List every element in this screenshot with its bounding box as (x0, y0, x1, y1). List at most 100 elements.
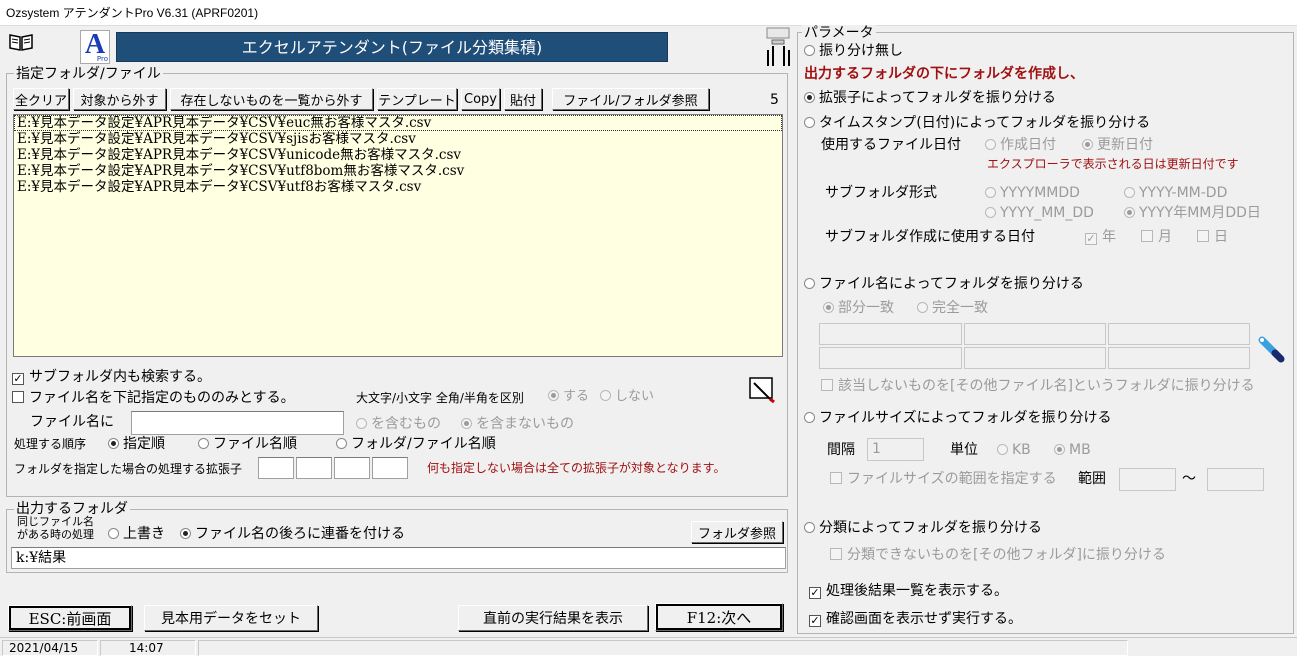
checkbox-icon[interactable] (1141, 230, 1153, 242)
kb-radio[interactable]: KB (997, 441, 1031, 459)
exclude-radio[interactable]: を含まないもの (461, 415, 574, 433)
set-sample-data-button[interactable]: 見本用データをセット (144, 605, 318, 631)
radio-icon[interactable] (804, 117, 815, 128)
show-result-checkbox[interactable]: ✓ 処理後結果一覧を表示する。 (809, 582, 1008, 600)
checkbox-icon[interactable]: ✓ (809, 615, 821, 627)
radio-icon[interactable] (804, 92, 815, 103)
ext-input-3[interactable] (334, 457, 370, 479)
search-subfolders-checkbox[interactable]: ✓ サブフォルダ内も検索する。 (12, 368, 211, 386)
checkbox-icon[interactable]: ✓ (1085, 233, 1097, 245)
modified-radio[interactable]: 更新日付 (1082, 136, 1153, 154)
case-yes-radio[interactable]: する (548, 388, 589, 406)
overwrite-radio[interactable]: 上書き (108, 525, 165, 543)
checkbox-icon[interactable] (1197, 230, 1209, 242)
radio-icon[interactable] (108, 528, 119, 539)
radio-icon[interactable] (997, 444, 1008, 455)
size-range-checkbox[interactable]: ファイルサイズの範囲を指定する (830, 470, 1057, 488)
filename-cond-1[interactable] (819, 323, 962, 345)
radio-icon[interactable] (823, 302, 834, 313)
remove-from-target-button[interactable]: 対象から外す (73, 88, 166, 110)
radio-icon[interactable] (1054, 444, 1065, 455)
radio-icon[interactable] (985, 187, 996, 198)
case-no-radio[interactable]: しない (600, 388, 654, 406)
filename-cond-4[interactable] (819, 347, 962, 369)
radio-icon[interactable] (804, 45, 815, 56)
ext-input-4[interactable] (372, 457, 408, 479)
checkbox-icon[interactable]: ✓ (809, 587, 821, 599)
list-item[interactable]: E:¥見本データ設定¥APR見本データ¥CSV¥unicode無お客様マスタ.c… (14, 147, 782, 163)
mb-radio[interactable]: MB (1054, 441, 1091, 459)
list-item[interactable]: E:¥見本データ設定¥APR見本データ¥CSV¥euc無お客様マスタ.csv (14, 115, 782, 131)
range-to-input[interactable] (1207, 468, 1264, 491)
filename-input[interactable] (131, 411, 344, 435)
no-sort-radio[interactable]: 振り分け無し (804, 42, 903, 60)
checkbox-icon[interactable] (830, 472, 842, 484)
by-ext-radio[interactable]: 拡張子によってフォルダを振り分ける (804, 89, 1056, 107)
list-item[interactable]: E:¥見本データ設定¥APR見本データ¥CSV¥utf8お客様マスタ.csv (14, 179, 782, 195)
by-category-radio[interactable]: 分類によってフォルダを振り分ける (804, 519, 1042, 537)
include-radio[interactable]: を含むもの (356, 415, 441, 433)
radio-icon[interactable] (180, 528, 191, 539)
no-confirm-checkbox[interactable]: ✓ 確認画面を表示せず実行する。 (809, 610, 1022, 628)
fmt-yyyy-mm-dd-radio[interactable]: YYYY-MM-DD (1124, 184, 1227, 202)
by-size-radio[interactable]: ファイルサイズによってフォルダを振り分ける (804, 409, 1111, 427)
fmt-japanese-date-radio[interactable]: YYYY年MM月DD日 (1124, 204, 1261, 222)
file-list[interactable]: E:¥見本データ設定¥APR見本データ¥CSV¥euc無お客様マスタ.csv E… (13, 114, 783, 357)
radio-icon[interactable] (461, 418, 472, 429)
radio-icon[interactable] (985, 139, 996, 150)
list-item[interactable]: E:¥見本データ設定¥APR見本データ¥CSV¥utf8bom無お客様マスタ.c… (14, 163, 782, 179)
list-item[interactable]: E:¥見本データ設定¥APR見本データ¥CSV¥sjisお客様マスタ.csv (14, 131, 782, 147)
esc-back-button[interactable]: ESC:前画面 (8, 605, 132, 631)
filename-cond-2[interactable] (964, 323, 1106, 345)
radio-icon[interactable] (1124, 207, 1135, 218)
radio-icon[interactable] (356, 418, 367, 429)
checkbox-icon[interactable]: ✓ (12, 373, 24, 385)
month-checkbox[interactable]: 月 (1141, 228, 1172, 246)
filename-cond-3[interactable] (1108, 323, 1250, 345)
pin-icon[interactable] (764, 26, 794, 68)
by-filename-radio[interactable]: ファイル名によってフォルダを振り分ける (804, 275, 1084, 293)
template-button[interactable]: テンプレート (377, 88, 457, 110)
browse-file-folder-button[interactable]: ファイル/フォルダ参照 (552, 88, 709, 110)
radio-icon[interactable] (804, 412, 815, 423)
radio-icon[interactable] (1124, 187, 1135, 198)
folder-browse-button[interactable]: フォルダ参照 (691, 521, 783, 543)
remove-missing-button[interactable]: 存在しないものを一覧から外す (170, 88, 373, 110)
radio-icon[interactable] (985, 207, 996, 218)
order-folder-filename-radio[interactable]: フォルダ/ファイル名順 (336, 435, 496, 453)
ext-input-1[interactable] (258, 457, 294, 479)
append-number-radio[interactable]: ファイル名の後ろに連番を付ける (180, 525, 405, 543)
filename-cond-5[interactable] (964, 347, 1106, 369)
interval-input[interactable]: 1 (867, 438, 924, 461)
radio-icon[interactable] (108, 438, 119, 449)
radio-icon[interactable] (198, 438, 209, 449)
order-specified-radio[interactable]: 指定順 (108, 435, 165, 453)
fmt-yyyymmdd-radio[interactable]: YYYYMMDD (985, 184, 1080, 202)
checkbox-icon[interactable] (821, 379, 833, 391)
fmt-yyyy_mm_dd-radio[interactable]: YYYY_MM_DD (985, 204, 1094, 222)
checkbox-icon[interactable] (12, 391, 24, 403)
radio-icon[interactable] (1082, 139, 1093, 150)
radio-icon[interactable] (917, 302, 928, 313)
radio-icon[interactable] (336, 438, 347, 449)
other-filename-checkbox[interactable]: 該当しないものを[その他ファイル名]というフォルダに振り分ける (821, 377, 1255, 395)
range-from-input[interactable] (1119, 468, 1176, 491)
clear-all-button[interactable]: 全クリア (13, 88, 69, 110)
by-timestamp-radio[interactable]: タイムスタンプ(日付)によってフォルダを振り分ける (804, 114, 1150, 132)
radio-icon[interactable] (548, 390, 559, 401)
radio-icon[interactable] (804, 522, 815, 533)
filename-filter-checkbox[interactable]: ファイル名を下記指定のもののみとする。 (12, 389, 295, 407)
filename-cond-6[interactable] (1108, 347, 1250, 369)
exact-match-radio[interactable]: 完全一致 (917, 299, 988, 317)
radio-icon[interactable] (600, 390, 611, 401)
year-checkbox[interactable]: ✓ 年 (1085, 228, 1116, 246)
output-path-input[interactable]: k:¥結果 (11, 547, 786, 569)
paste-button[interactable]: 貼付 (504, 88, 542, 110)
day-checkbox[interactable]: 日 (1197, 228, 1228, 246)
ext-input-2[interactable] (296, 457, 332, 479)
other-category-checkbox[interactable]: 分類できないものを[その他フォルダ]に振り分ける (830, 546, 1166, 564)
created-radio[interactable]: 作成日付 (985, 136, 1056, 154)
f12-next-button[interactable]: F12:次へ (655, 603, 783, 631)
book-icon[interactable] (8, 32, 34, 52)
edit-icon[interactable] (748, 375, 780, 405)
